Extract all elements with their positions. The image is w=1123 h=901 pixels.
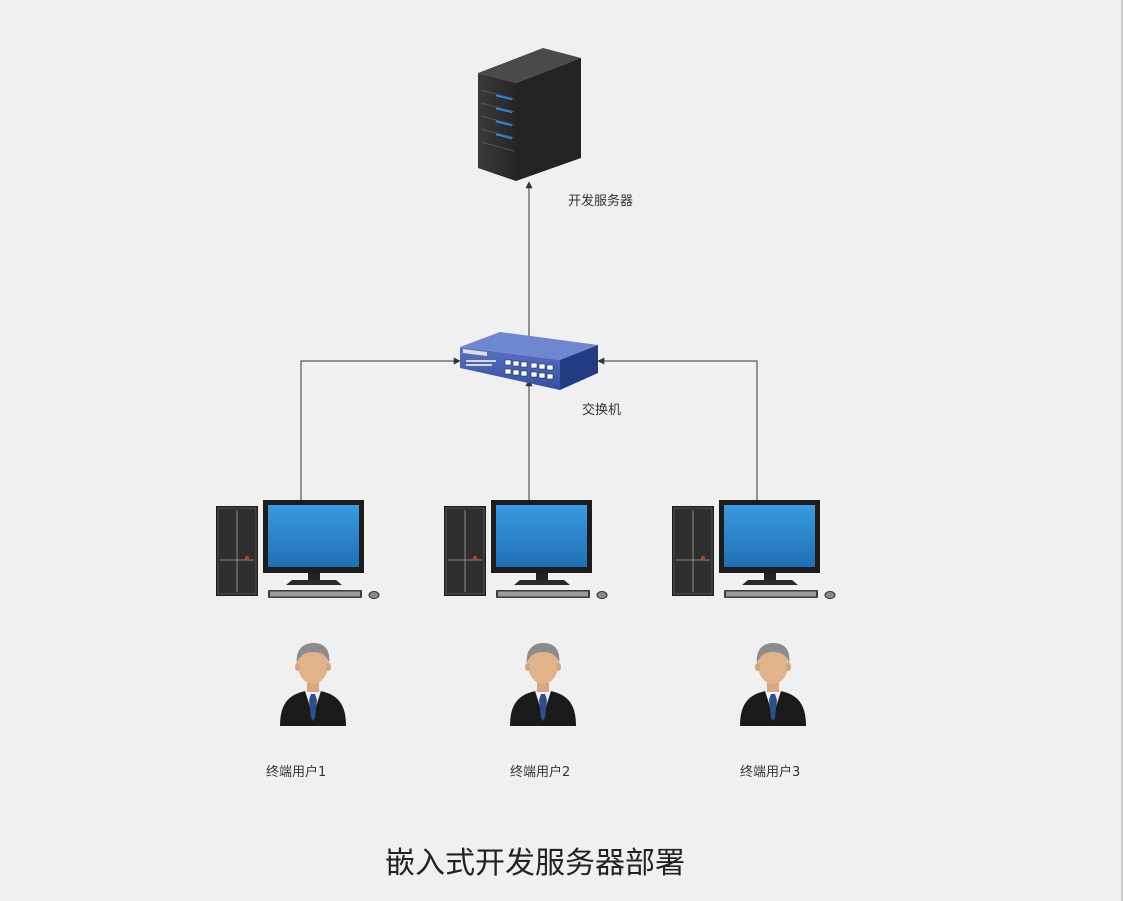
terminal-user-label-3: 终端用户3 (740, 765, 801, 780)
diagram-title: 嵌入式开发服务器部署 (385, 846, 685, 881)
connector-user1-to-switch (300, 357, 461, 500)
businessman-icon-1 (280, 643, 346, 726)
desktop-computer-icon-2[interactable] (444, 500, 608, 599)
terminal-user-label-1: 终端用户1 (266, 765, 327, 780)
network-switch-icon[interactable] (460, 332, 598, 390)
desktop-computer-icon-3[interactable] (672, 500, 836, 599)
businessman-icon-2 (510, 643, 576, 726)
businessman-icon-3 (740, 643, 806, 726)
desktop-computer-icon-1[interactable] (216, 500, 380, 599)
terminal-user-label-2: 终端用户2 (510, 765, 571, 780)
server-tower-icon[interactable] (478, 48, 581, 181)
connector-user3-to-switch (597, 357, 758, 500)
server-label: 开发服务器 (568, 194, 634, 209)
switch-label: 交换机 (582, 403, 622, 418)
